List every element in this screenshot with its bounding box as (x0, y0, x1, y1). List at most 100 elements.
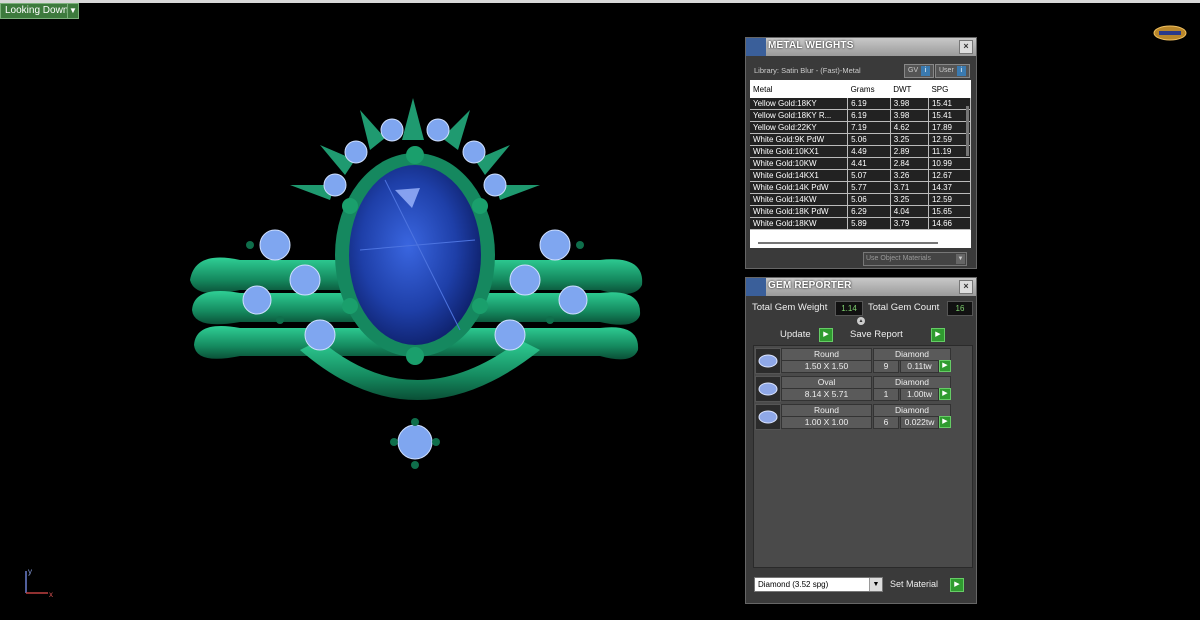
table-row[interactable]: Yellow Gold:18KY R... 6.19 3.98 15.41 (750, 109, 971, 122)
table-row[interactable]: White Gold:10KX1 4.49 2.89 11.19 (750, 145, 971, 158)
accent-stone (323, 173, 347, 197)
gem-reporter-icon (746, 278, 766, 296)
table-cell: White Gold:18K PdW (750, 205, 849, 218)
table-cell: 4.49 (847, 145, 891, 158)
ring-render (190, 98, 643, 469)
accent-stone (259, 229, 291, 261)
gem-row[interactable]: Round Diamond 1.50 X 1.50 9 0.11tw ▶ (754, 347, 970, 374)
save-report-go-icon[interactable]: ▶ (931, 328, 945, 342)
gem-go-icon[interactable]: ▶ (939, 360, 951, 372)
table-cell: White Gold:9K PdW (750, 133, 849, 146)
accent-stone (289, 264, 321, 296)
close-icon[interactable]: × (959, 40, 973, 54)
table-cell: White Gold:18KW (750, 217, 849, 230)
accent-stone (397, 424, 433, 460)
table-cell: White Gold:14KX1 (750, 169, 849, 182)
set-material-go-icon[interactable]: ▶ (950, 578, 964, 592)
gem-reporter-titlebar[interactable]: GEM REPORTER × (746, 278, 976, 296)
accent-stone (558, 285, 588, 315)
gem-row[interactable]: Oval Diamond 8.14 X 5.71 1 1.00tw ▶ (754, 375, 970, 402)
app-logo-icon[interactable] (1153, 25, 1187, 41)
table-row[interactable]: White Gold:18K PdW 6.29 4.04 15.65 (750, 205, 971, 218)
top-edge-bar (0, 0, 1200, 3)
table-cell: 3.71 (890, 181, 929, 194)
gem-go-icon[interactable]: ▶ (939, 416, 951, 428)
accent-stone (426, 118, 450, 142)
table-cell: 4.62 (890, 121, 929, 134)
gem-thumbnail-icon (755, 376, 781, 402)
table-row[interactable]: Yellow Gold:18KY 6.19 3.98 15.41 (750, 98, 971, 110)
gem-go-icon[interactable]: ▶ (939, 388, 951, 400)
table-cell: 12.67 (928, 169, 971, 182)
table-row[interactable]: White Gold:14KX1 5.07 3.26 12.67 (750, 169, 971, 182)
set-material-button[interactable]: Set Material (890, 577, 938, 591)
chevron-down-icon: ▼ (956, 254, 965, 264)
view-label[interactable]: Looking Down (0, 3, 74, 19)
table-cell: 14.37 (928, 181, 971, 194)
table-cell: 10.99 (928, 157, 971, 170)
table-row[interactable]: Yellow Gold:22KY 7.19 4.62 17.89 (750, 121, 971, 134)
accent-stone (242, 285, 272, 315)
use-object-materials-select[interactable]: Use Object Materials ▼ (863, 252, 967, 266)
total-gem-weight-value: 1.14 (835, 301, 863, 316)
collapse-icon[interactable]: ▲ (857, 317, 865, 325)
metal-weights-title: METAL WEIGHTS (768, 40, 854, 51)
table-cell: Yellow Gold:18KY (750, 98, 849, 110)
gem-reporter-panel: GEM REPORTER × Total Gem Weight 1.14 Tot… (745, 277, 977, 604)
table-row[interactable]: White Gold:18KW 5.89 3.79 14.66 (750, 217, 971, 230)
gem-weight: 0.11tw (900, 360, 939, 373)
total-gem-count-label: Total Gem Count (868, 302, 940, 313)
metal-table[interactable]: Metal Grams DWT SPG Yellow Gold:18KY 6.19 3.9… (750, 80, 971, 248)
horizontal-scrollbar[interactable] (758, 242, 938, 244)
gem-row[interactable]: Round Diamond 1.00 X 1.00 6 0.022tw ▶ (754, 403, 970, 430)
table-row[interactable]: White Gold:14K PdW 5.77 3.71 14.37 (750, 181, 971, 194)
gem-thumbnail-icon (755, 404, 781, 430)
gem-count: 9 (873, 360, 899, 373)
close-icon[interactable]: × (959, 280, 973, 294)
accent-stone (380, 118, 404, 142)
gem-size: 1.00 X 1.00 (781, 416, 872, 429)
user-toggle[interactable]: User i (935, 64, 970, 78)
column-header[interactable]: Grams (847, 80, 891, 98)
update-go-icon[interactable]: ▶ (819, 328, 833, 342)
accent-stone (494, 319, 526, 351)
table-cell: 4.41 (847, 157, 891, 170)
table-cell: 6.29 (847, 205, 891, 218)
table-cell: White Gold:14KW (750, 193, 849, 206)
vertical-scrollbar[interactable] (966, 106, 969, 156)
table-cell: 15.41 (928, 98, 971, 110)
table-cell: 12.59 (928, 133, 971, 146)
table-row[interactable]: White Gold:14KW 5.06 3.25 12.59 (750, 193, 971, 206)
table-cell: 2.84 (890, 157, 929, 170)
library-label: Library: Satin Blur - (Fast)-Metal (754, 66, 861, 75)
gv-toggle[interactable]: GV i (904, 64, 935, 78)
metal-weights-titlebar[interactable]: METAL WEIGHTS × (746, 38, 976, 56)
metal-weights-icon (746, 38, 766, 56)
view-dropdown-icon[interactable]: ▼ (67, 3, 79, 19)
save-report-button[interactable]: Save Report (850, 328, 903, 342)
info-icon: i (921, 66, 931, 76)
accent-stone (344, 140, 368, 164)
update-button[interactable]: Update (780, 328, 811, 342)
table-row[interactable]: White Gold:10KW 4.41 2.84 10.99 (750, 157, 971, 170)
accent-stone (509, 264, 541, 296)
column-header[interactable]: SPG (928, 80, 971, 98)
material-select[interactable]: Diamond (3.52 spg) ▼ (754, 577, 883, 592)
total-gem-weight-label: Total Gem Weight (752, 302, 828, 313)
info-icon: i (956, 66, 966, 76)
table-cell: 3.26 (890, 169, 929, 182)
gem-count: 6 (873, 416, 899, 429)
gem-size: 1.50 X 1.50 (781, 360, 872, 373)
total-gem-count-value: 16 (947, 301, 973, 316)
column-header[interactable]: DWT (890, 80, 929, 98)
table-row[interactable]: White Gold:9K PdW 5.06 3.25 12.59 (750, 133, 971, 146)
column-header[interactable]: Metal (750, 80, 848, 98)
table-cell: White Gold:10KX1 (750, 145, 849, 158)
table-cell: 3.79 (890, 217, 929, 230)
chevron-down-icon: ▼ (869, 578, 882, 591)
table-cell: 5.89 (847, 217, 891, 230)
accent-stone (483, 173, 507, 197)
table-cell: 17.89 (928, 121, 971, 134)
gem-list[interactable]: Round Diamond 1.50 X 1.50 9 0.11tw ▶ Oval Diamo… (753, 345, 973, 568)
table-cell: Yellow Gold:18KY R... (750, 109, 849, 122)
